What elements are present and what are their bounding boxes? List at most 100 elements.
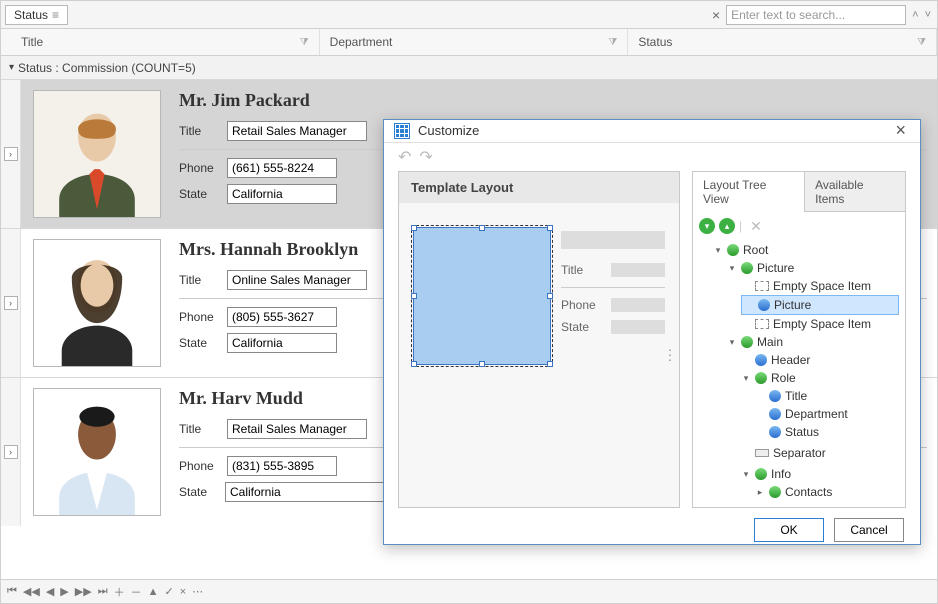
nav-cancel-icon[interactable]: × <box>180 586 186 598</box>
title-field[interactable] <box>227 270 367 290</box>
tree-node-picture[interactable]: Picture <box>774 296 811 314</box>
tree-node-separator[interactable]: Separator <box>773 444 826 462</box>
canvas-picture[interactable] <box>413 227 551 365</box>
column-title-label: Title <box>21 35 43 49</box>
person-icon <box>34 240 160 366</box>
canvas-title-label: Title <box>561 263 601 277</box>
title-field[interactable] <box>227 419 367 439</box>
phone-label: Phone <box>179 161 219 175</box>
filter-icon[interactable]: ⧩ <box>300 37 309 48</box>
tree-node-department[interactable]: Department <box>785 405 848 423</box>
search-input[interactable]: Enter text to search... <box>726 5 906 25</box>
canvas-separator <box>561 287 665 288</box>
tree-node-empty[interactable]: Empty Space Item <box>773 277 871 295</box>
tree-node-status[interactable]: Status <box>785 423 819 441</box>
group-row[interactable]: ▾ Status : Commission (COUNT=5) <box>1 56 937 80</box>
tree-node-title[interactable]: Title <box>785 387 807 405</box>
filter-icon[interactable]: ⧩ <box>917 37 926 48</box>
sort-icon: ≡ <box>52 8 59 22</box>
nav-next-page-icon[interactable]: ▶▶ <box>75 585 92 598</box>
search-next-icon[interactable]: ˅ <box>923 9 933 21</box>
tree-node-main[interactable]: Main <box>757 333 783 351</box>
tree-node-info[interactable]: Info <box>771 465 791 483</box>
close-icon[interactable]: × <box>891 120 910 141</box>
phone-label: Phone <box>179 459 219 473</box>
filter-icon[interactable]: ⧩ <box>608 37 617 48</box>
resize-grip-icon[interactable]: ⋮ <box>663 346 675 363</box>
title-field[interactable] <box>227 121 367 141</box>
tab-available-items[interactable]: Available Items <box>804 171 906 212</box>
card-gutter: › <box>1 378 21 526</box>
search-prev-icon[interactable]: ˄ <box>910 9 920 21</box>
state-field[interactable] <box>225 482 395 502</box>
canvas-phone-label: Phone <box>561 298 601 312</box>
clear-search-icon[interactable]: × <box>706 7 726 23</box>
dialog-titlebar[interactable]: Customize × <box>384 120 920 143</box>
card-name: Mr. Jim Packard <box>179 90 927 111</box>
group-chip-label: Status <box>14 8 48 22</box>
tree-tabs: Layout Tree View Available Items <box>692 171 906 212</box>
canvas-state-bar[interactable] <box>611 320 665 334</box>
redo-icon[interactable]: ↷ <box>419 147 432 167</box>
nav-edit-icon[interactable]: ▲ <box>148 586 159 598</box>
phone-field[interactable] <box>227 307 337 327</box>
title-label: Title <box>179 124 219 138</box>
canvas-title-bar[interactable] <box>611 263 665 277</box>
nav-prev-icon[interactable]: ◀ <box>46 585 54 598</box>
tree-node-root[interactable]: Root <box>743 241 768 259</box>
canvas-phone-bar[interactable] <box>611 298 665 312</box>
tree-node-role[interactable]: Role <box>771 369 796 387</box>
state-field[interactable] <box>227 333 337 353</box>
layout-canvas[interactable]: Title Phone State ⋮ <box>399 203 679 507</box>
title-label: Title <box>179 422 219 436</box>
title-label: Title <box>179 273 219 287</box>
state-label: State <box>179 336 219 350</box>
customize-dialog: Customize × ↶ ↷ Template Layout Title <box>383 119 921 545</box>
column-status-label: Status <box>638 35 672 49</box>
tree-panel: Layout Tree View Available Items ▾ ▴ | ✕… <box>692 171 906 508</box>
top-bar: Status ≡ × Enter text to search... ˄ ˅ <box>1 1 937 29</box>
state-label: State <box>179 187 219 201</box>
expand-all-icon[interactable]: ▾ <box>699 218 715 234</box>
collapse-all-icon[interactable]: ▴ <box>719 218 735 234</box>
phone-field[interactable] <box>227 158 337 178</box>
person-icon <box>34 389 160 515</box>
person-icon <box>34 91 160 217</box>
nav-more-icon[interactable]: ⋯ <box>192 585 203 598</box>
nav-add-icon[interactable]: ＋ <box>114 584 125 600</box>
column-department-label: Department <box>330 35 393 49</box>
state-field[interactable] <box>227 184 337 204</box>
tree-node-header[interactable]: Header <box>771 351 810 369</box>
tab-layout-tree[interactable]: Layout Tree View <box>692 171 805 212</box>
phone-label: Phone <box>179 310 219 324</box>
nav-next-icon[interactable]: ▶ <box>60 585 68 598</box>
canvas-header-bar[interactable] <box>561 231 665 249</box>
tree-node-picture-group[interactable]: Picture <box>757 259 794 277</box>
tree-node-contacts[interactable]: Contacts <box>785 483 832 501</box>
layout-tree[interactable]: ▾Root ▾Picture ·Empty Space Item ·Pictur… <box>699 241 899 501</box>
nav-prev-page-icon[interactable]: ◀◀ <box>23 585 40 598</box>
undo-icon[interactable]: ↶ <box>398 147 411 167</box>
expand-button[interactable]: › <box>4 147 18 161</box>
dialog-footer: OK Cancel <box>384 516 920 544</box>
dialog-title: Customize <box>418 123 479 138</box>
expand-button[interactable]: › <box>4 296 18 310</box>
column-status[interactable]: Status ⧩ <box>628 29 937 55</box>
template-layout-header: Template Layout <box>399 172 679 203</box>
expand-button[interactable]: › <box>4 445 18 459</box>
column-title[interactable]: Title ⧩ <box>1 29 320 55</box>
group-chip-status[interactable]: Status ≡ <box>5 5 68 25</box>
phone-field[interactable] <box>227 456 337 476</box>
nav-remove-icon[interactable]: － <box>131 584 142 600</box>
delete-node-icon[interactable]: ✕ <box>750 218 762 235</box>
column-headers: Title ⧩ Department ⧩ Status ⧩ <box>1 29 937 56</box>
column-department[interactable]: Department ⧩ <box>320 29 629 55</box>
photo <box>33 90 161 218</box>
canvas-state-label: State <box>561 320 601 334</box>
nav-check-icon[interactable]: ✓ <box>164 585 173 598</box>
tree-node-empty[interactable]: Empty Space Item <box>773 315 871 333</box>
nav-last-icon[interactable]: ⏭ <box>98 585 108 598</box>
cancel-button[interactable]: Cancel <box>834 518 904 542</box>
ok-button[interactable]: OK <box>754 518 824 542</box>
nav-first-icon[interactable]: ⏮ <box>7 585 17 598</box>
